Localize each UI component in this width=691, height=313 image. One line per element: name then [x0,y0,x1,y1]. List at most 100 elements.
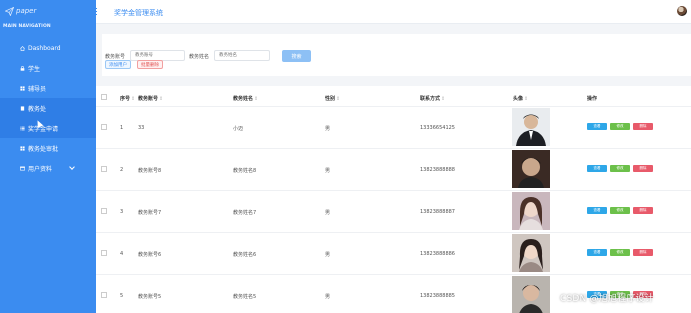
nav-caption: MAIN NAVIGATION [3,24,51,29]
doc-icon [20,105,25,111]
sidebar-item-label: 学生 [28,65,41,73]
avatar-photo [512,234,550,272]
cell-name: 教务姓名8 [233,168,257,174]
avatar-photo [512,108,550,146]
row-divider [96,190,691,191]
brand-logo-text: paper [16,7,37,15]
row-checkbox[interactable] [101,124,107,130]
column-header[interactable]: 教务账号⇕ [138,95,163,102]
sidebar-item-label: Dashboard [28,44,61,52]
cell-name: 教务姓名5 [233,294,257,300]
cell-account: 教务账号8 [138,168,162,174]
cell-gender: 男 [325,168,331,174]
row-checkbox[interactable] [101,292,107,298]
grid-icon [20,145,25,151]
data-table: 序号⇕ 教务账号⇕ 教务姓名⇕ 性别⇕ 联系方式⇕ 头像⇕ 操作 1 33 小迈… [96,86,691,313]
cell-account: 教务账号7 [138,210,162,216]
sort-icon: ⇕ [254,96,259,102]
sort-icon: ⇕ [336,96,341,102]
hamburger-icon[interactable] [88,8,97,15]
home-icon [20,45,25,51]
column-header-label: 序号 [120,96,131,102]
cell-index: 4 [120,251,124,257]
row-checkbox[interactable] [101,250,107,256]
sidebar-item-user-profile[interactable]: 用户资料 [0,158,96,178]
brand[interactable]: paper [0,0,96,22]
column-header[interactable]: 头像⇕ [513,95,528,102]
sidebar-item-label: 辅导员 [28,85,47,93]
page-title: 奖学金管理系统 [114,9,163,17]
column-header-label: 联系方式 [420,96,441,102]
sort-icon: ⇕ [441,96,446,102]
cell-gender: 男 [325,210,331,216]
row-checkbox[interactable] [101,208,107,214]
grid-icon [20,85,25,91]
sort-icon: ⇕ [159,96,164,102]
cell-phone: 13823888886 [420,251,455,257]
column-header[interactable]: 序号⇕ [120,95,135,102]
avatar-photo [512,150,550,188]
sort-icon: ⇕ [524,96,529,102]
list-icon [20,126,25,130]
account-label: 教务账号 [105,54,126,60]
edit-button[interactable]: 修改 [610,123,630,130]
sidebar-item-academic-office[interactable]: 教务处 [0,98,103,118]
name-label: 教务姓名 [189,54,210,60]
edit-button[interactable]: 修改 [610,207,630,214]
cell-phone: 13336654125 [420,125,455,131]
cell-account: 教务账号6 [138,252,162,258]
cell-account: 教务账号5 [138,294,162,300]
cell-index: 1 [120,125,124,131]
watermark: CSDN @旭旭程序设计 [560,294,654,304]
column-header-label: 性别 [325,96,336,102]
avatar-photo [512,276,550,313]
card-icon [20,166,25,170]
main-content: 教务账号 教务姓名 搜索 添加用户 批量删除 序号⇕ 教务账号⇕ 教务姓名⇕ 性… [96,24,691,313]
delete-button[interactable]: 删除 [633,207,653,214]
name-input[interactable] [214,50,270,61]
cell-name: 教务姓名6 [233,252,257,258]
app-root: paper MAIN NAVIGATION Dashboard 学生 辅导员 教… [0,0,691,313]
add-user-button[interactable]: 添加用户 [105,60,131,69]
delete-button[interactable]: 删除 [633,249,653,256]
search-button[interactable]: 搜索 [282,50,311,62]
row-divider [96,106,691,107]
avatar[interactable] [677,6,687,16]
cell-name: 小迈 [233,126,244,132]
sidebar-item-office-approval[interactable]: 教务处审批 [0,138,96,158]
sidebar-item-label: 教务处 [28,105,47,113]
view-button[interactable]: 查看 [587,123,607,130]
edit-button[interactable]: 修改 [610,249,630,256]
sidebar-item-label: 教务处审批 [28,145,59,153]
cell-index: 2 [120,167,124,173]
delete-button[interactable]: 删除 [633,123,653,130]
cell-account: 33 [138,125,145,131]
edit-button[interactable]: 修改 [610,165,630,172]
column-header-label: 教务姓名 [233,96,254,102]
delete-button[interactable]: 删除 [633,165,653,172]
cell-gender: 男 [325,126,331,132]
batch-delete-button[interactable]: 批量删除 [137,60,163,69]
cell-name: 教务姓名7 [233,210,257,216]
sidebar: paper MAIN NAVIGATION Dashboard 学生 辅导员 教… [0,0,103,313]
cell-phone: 13823888885 [420,293,455,299]
column-header: 操作 [587,95,597,102]
column-header-label: 教务账号 [138,96,159,102]
view-button[interactable]: 查看 [587,165,607,172]
cell-index: 5 [120,293,124,299]
cell-index: 3 [120,209,124,215]
row-checkbox[interactable] [101,166,107,172]
sidebar-item-dashboard[interactable]: Dashboard [0,38,96,58]
row-divider [96,274,691,275]
view-button[interactable]: 查看 [587,207,607,214]
select-all-checkbox[interactable] [101,94,107,100]
sidebar-item-students[interactable]: 学生 [0,58,96,78]
column-header[interactable]: 教务姓名⇕ [233,95,258,102]
sidebar-item-counselor[interactable]: 辅导员 [0,78,96,98]
column-header[interactable]: 联系方式⇕ [420,95,445,102]
cell-phone: 13823888887 [420,209,455,215]
view-button[interactable]: 查看 [587,249,607,256]
column-header[interactable]: 性别⇕ [325,95,340,102]
search-panel: 教务账号 教务姓名 搜索 [102,34,691,76]
sidebar-item-scholarship-apply[interactable]: 奖学金申请 [0,118,103,138]
